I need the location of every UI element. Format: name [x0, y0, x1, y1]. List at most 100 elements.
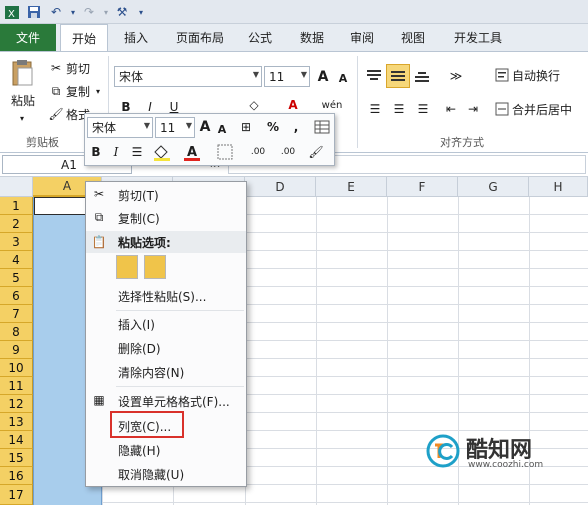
- mini-format-painter-icon[interactable]: 🖌: [307, 143, 325, 161]
- row-header[interactable]: 13: [0, 413, 33, 431]
- bold-button[interactable]: B: [118, 100, 134, 114]
- row-header[interactable]: 16: [0, 467, 33, 485]
- mini-accounting-icon[interactable]: ⊞: [235, 118, 257, 136]
- tab-insert[interactable]: 插入: [116, 24, 156, 51]
- menu-item-format-cells[interactable]: 设置单元格格式(F)...: [86, 390, 246, 412]
- mini-size-select[interactable]: 11 ▼: [155, 117, 195, 138]
- tools-icon[interactable]: ⚒: [113, 3, 131, 21]
- menu-item-copy[interactable]: 复制(C): [86, 207, 246, 229]
- row-header[interactable]: 5: [0, 269, 33, 287]
- row-header[interactable]: 11: [0, 377, 33, 395]
- redo-icon[interactable]: ↷: [80, 3, 98, 21]
- copy-icon[interactable]: ⧉: [48, 83, 64, 99]
- row-header[interactable]: 2: [0, 215, 33, 233]
- paste-option-keep-formatting-icon[interactable]: [116, 255, 138, 279]
- cut-button[interactable]: 剪切: [66, 60, 94, 76]
- column-header-e[interactable]: E: [316, 177, 387, 197]
- row-header[interactable]: 17: [0, 485, 33, 505]
- row-header[interactable]: 4: [0, 251, 33, 269]
- font-name-select[interactable]: 宋体 ▼: [114, 66, 262, 87]
- font-size-select[interactable]: 11 ▼: [264, 66, 310, 87]
- row-header[interactable]: 3: [0, 233, 33, 251]
- menu-item-clear-contents[interactable]: 清除内容(N): [86, 361, 246, 383]
- mini-center-icon[interactable]: ☰: [129, 143, 145, 161]
- mini-format-table-icon[interactable]: [313, 118, 331, 136]
- tab-formulas[interactable]: 公式: [240, 24, 280, 51]
- paste-dropdown-icon[interactable]: ▾: [12, 112, 32, 124]
- row-header[interactable]: 10: [0, 359, 33, 377]
- mini-italic-button[interactable]: I: [109, 143, 123, 161]
- tab-review[interactable]: 审阅: [342, 24, 382, 51]
- align-bottom-icon[interactable]: [412, 66, 432, 86]
- grow-font-button[interactable]: A: [314, 66, 332, 87]
- paste-icon[interactable]: [8, 58, 36, 88]
- decrease-indent-icon[interactable]: ⇤: [442, 100, 460, 118]
- tab-home[interactable]: 开始: [60, 24, 108, 52]
- copy-dropdown-icon[interactable]: ▾: [94, 83, 102, 99]
- menu-item-cut[interactable]: 剪切(T): [86, 184, 246, 206]
- copy-button[interactable]: 复制: [66, 83, 94, 99]
- row-header[interactable]: 1: [0, 197, 33, 215]
- mini-font-color-icon[interactable]: A: [181, 143, 205, 161]
- column-header-f[interactable]: F: [387, 177, 458, 197]
- row-header[interactable]: 7: [0, 305, 33, 323]
- wrap-text-icon[interactable]: [494, 67, 510, 83]
- paste-button[interactable]: 粘贴: [8, 92, 38, 108]
- chevron-down-icon: ▼: [143, 121, 150, 130]
- mini-borders-icon[interactable]: [213, 143, 237, 161]
- align-middle-icon[interactable]: [386, 64, 410, 88]
- merge-center-icon[interactable]: [494, 101, 510, 117]
- mini-bold-button[interactable]: B: [89, 143, 103, 161]
- quick-access-toolbar: X ↶ ▾ ↷ ▾ ⚒ ▾: [0, 0, 588, 24]
- select-all-corner[interactable]: [0, 177, 33, 197]
- tab-view[interactable]: 视图: [393, 24, 433, 51]
- wrap-text-button[interactable]: 自动换行: [512, 66, 588, 84]
- column-header-d[interactable]: D: [245, 177, 316, 197]
- row-header[interactable]: 15: [0, 449, 33, 467]
- customize-icon[interactable]: ▾: [132, 3, 150, 21]
- menu-item-paste-special[interactable]: 选择性粘贴(S)...: [86, 285, 246, 307]
- alignment-group-label: 对齐方式: [440, 136, 484, 149]
- cut-icon[interactable]: ✂: [48, 60, 64, 76]
- increase-indent-icon[interactable]: ⇥: [464, 100, 482, 118]
- mini-percent-button[interactable]: %: [265, 118, 281, 136]
- row-header[interactable]: 12: [0, 395, 33, 413]
- format-painter-icon[interactable]: 🖌: [48, 106, 64, 122]
- font-color-icon[interactable]: A: [284, 96, 302, 114]
- column-header-h[interactable]: H: [529, 177, 588, 197]
- mini-shrink-font-button[interactable]: A: [215, 119, 229, 139]
- mini-grow-font-button[interactable]: A: [197, 117, 213, 137]
- row-header[interactable]: 14: [0, 431, 33, 449]
- align-top-icon[interactable]: [364, 66, 384, 86]
- row-header[interactable]: 8: [0, 323, 33, 341]
- mini-increase-decimal-button[interactable]: .00: [245, 143, 271, 161]
- tab-page-layout[interactable]: 页面布局: [168, 24, 232, 51]
- column-header-g[interactable]: G: [458, 177, 529, 197]
- fill-color-icon[interactable]: ◇: [244, 96, 264, 114]
- shrink-font-button[interactable]: A: [335, 68, 351, 89]
- tab-data[interactable]: 数据: [292, 24, 332, 51]
- text-orientation-icon[interactable]: ≫: [444, 66, 468, 86]
- menu-item-insert[interactable]: 插入(I): [86, 313, 246, 335]
- tab-developer[interactable]: 开发工具: [446, 24, 510, 51]
- undo-icon[interactable]: ↶: [47, 3, 65, 21]
- menu-item-delete[interactable]: 删除(D): [86, 337, 246, 359]
- merge-center-button[interactable]: 合并后居中: [512, 100, 588, 118]
- mini-font-select[interactable]: 宋体 ▼: [87, 117, 153, 138]
- row-header[interactable]: 9: [0, 341, 33, 359]
- mini-fill-color-icon[interactable]: [151, 143, 175, 161]
- paste-option-values-icon[interactable]: [144, 255, 166, 279]
- align-left-icon[interactable]: ☰: [366, 100, 384, 118]
- italic-button[interactable]: I: [142, 100, 158, 114]
- underline-button[interactable]: U: [166, 100, 182, 114]
- align-center-icon[interactable]: ☰: [390, 100, 408, 118]
- tab-file[interactable]: 文件: [0, 24, 56, 51]
- mini-decrease-decimal-button[interactable]: .00: [275, 143, 301, 161]
- align-right-icon[interactable]: ☰: [414, 100, 432, 118]
- menu-item-hide[interactable]: 隐藏(H): [86, 439, 246, 461]
- row-header[interactable]: 6: [0, 287, 33, 305]
- phonetic-button[interactable]: wén: [318, 98, 346, 112]
- save-icon[interactable]: [25, 3, 43, 21]
- menu-item-unhide[interactable]: 取消隐藏(U): [86, 463, 246, 485]
- mini-comma-button[interactable]: ,: [289, 118, 303, 136]
